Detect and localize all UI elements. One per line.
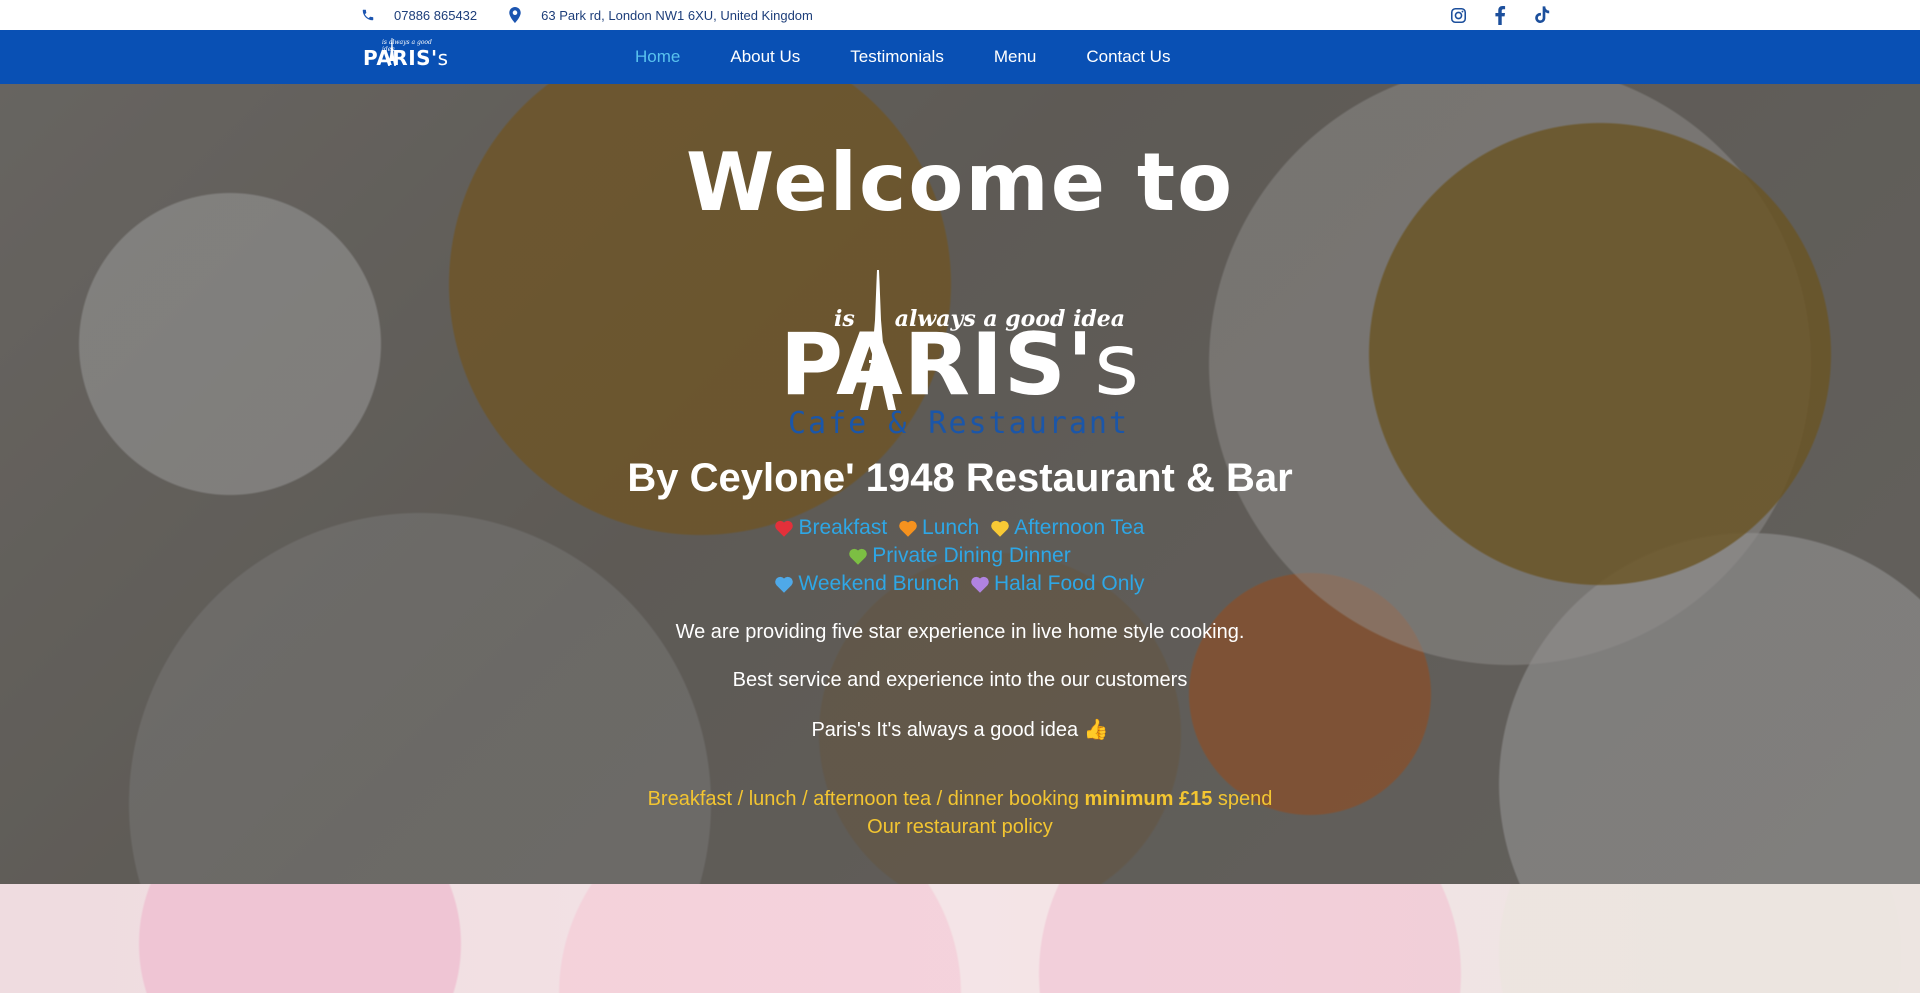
booking-policy: Breakfast / lunch / afternoon tea / dinn…: [0, 785, 1920, 841]
nav-testimonials[interactable]: Testimonials: [850, 47, 944, 67]
social-links: [1448, 5, 1552, 25]
red-heart-icon: [775, 520, 794, 537]
service-lunch: Lunch: [922, 516, 980, 539]
nav-menu-link[interactable]: Menu: [994, 47, 1037, 67]
next-section-background: [0, 884, 1920, 993]
green-heart-icon: [849, 548, 868, 565]
service-breakfast: Breakfast: [798, 516, 888, 539]
map-pin-icon: [507, 7, 523, 23]
phone-icon: [360, 7, 376, 23]
hero-description-2: Best service and experience into the our…: [732, 669, 1188, 691]
address-text: 63 Park rd, London NW1 6XU, United Kingd…: [541, 7, 813, 23]
blue-heart-icon: [775, 576, 794, 593]
services-list: Breakfast Lunch Afternoon Tea Private Di…: [0, 514, 1920, 598]
nav-contact-us[interactable]: Contact Us: [1086, 47, 1170, 67]
hero-subtitle: By Ceylone' 1948 Restaurant & Bar: [627, 456, 1293, 500]
hero-logo-subtitle: Cafe & Restaurant: [788, 406, 1130, 441]
service-halal: Halal Food Only: [993, 572, 1145, 595]
nav-logo[interactable]: is always a good idea PARIS's: [362, 38, 449, 76]
next-section-overlay: [0, 884, 1920, 993]
address-contact[interactable]: 63 Park rd, London NW1 6XU, United Kingd…: [507, 7, 813, 23]
yellow-heart-icon: [991, 520, 1009, 537]
phone-contact[interactable]: 07886 865432: [360, 7, 477, 23]
hero-section: Welcome to is always a good idea PARIS's …: [0, 84, 1920, 884]
hero-description-3: Paris's It's always a good idea 👍: [811, 719, 1109, 741]
purple-heart-icon: [971, 576, 989, 593]
tiktok-icon[interactable]: [1532, 5, 1552, 25]
hero-welcome-heading: Welcome to: [685, 136, 1235, 229]
hero-content: Welcome to is always a good idea PARIS's …: [0, 84, 1920, 884]
service-afternoon-tea: Afternoon Tea: [1014, 516, 1145, 539]
hero-logo: is always a good idea PARIS's Cafe & Rest…: [780, 270, 1140, 450]
facebook-icon[interactable]: [1490, 5, 1510, 25]
restaurant-policy-link[interactable]: Our restaurant policy: [0, 813, 1920, 841]
nav-menu: Home About Us Testimonials Menu Contact …: [635, 30, 1220, 84]
service-weekend-brunch: Weekend Brunch: [798, 572, 960, 595]
nav-logo-name: PARIS's: [363, 46, 449, 70]
hero-description-1: We are providing five star experience in…: [675, 621, 1245, 643]
main-navbar: is always a good idea PARIS's Home About…: [0, 30, 1920, 84]
top-info-bar: 07886 865432 63 Park rd, London NW1 6XU,…: [0, 0, 1920, 30]
hero-logo-name: PARIS's: [780, 315, 1140, 415]
nav-home[interactable]: Home: [635, 47, 680, 67]
booking-policy-line: Breakfast / lunch / afternoon tea / dinn…: [647, 788, 1273, 810]
phone-number: 07886 865432: [394, 7, 478, 23]
instagram-icon[interactable]: [1448, 5, 1468, 25]
orange-heart-icon: [899, 520, 917, 537]
service-private-dining: Private Dining Dinner: [872, 544, 1071, 567]
nav-about-us[interactable]: About Us: [730, 47, 800, 67]
